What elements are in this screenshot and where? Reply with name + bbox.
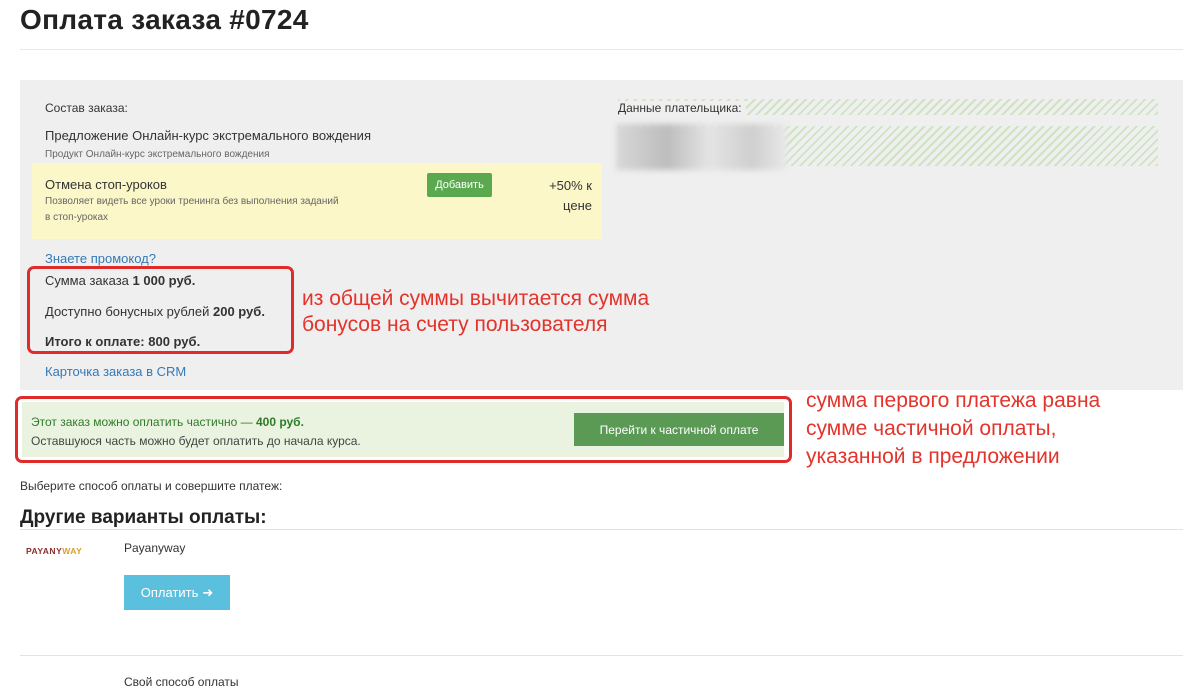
bonus-value: 200 руб.: [212, 304, 265, 319]
total-row: Итого к оплате: 800 руб.: [45, 334, 200, 349]
partial-annotation-3: указанной в предложении: [806, 445, 1060, 468]
payanyway-logo-a: PAYANY: [26, 546, 63, 556]
offer-product: Продукт Онлайн-курс экстремального вожде…: [45, 149, 270, 160]
title-divider: [20, 49, 1183, 50]
payanyway-logo: PAYANYWAY: [26, 546, 82, 556]
partial-line-2: Оставшуюся часть можно будет оплатить до…: [31, 434, 361, 448]
order-sum-value: 1 000 руб.: [132, 273, 196, 288]
payer-data-blurred: [616, 124, 786, 170]
pay-button[interactable]: Оплатить ➜: [124, 575, 230, 610]
bonus-annotation-1: из общей суммы вычитается сумма: [302, 287, 650, 310]
payer-label: Данные плательщика:: [618, 101, 746, 115]
crm-card-link[interactable]: Карточка заказа в CRM: [45, 364, 186, 379]
partial-annotation-1: сумма первого платежа равна: [806, 389, 1101, 412]
partial-payment-button[interactable]: Перейти к частичной оплате: [574, 413, 784, 446]
order-composition-label: Состав заказа:: [45, 101, 128, 115]
method-divider: [20, 655, 1183, 656]
upsell-description-2: в стоп-уроках: [45, 212, 109, 223]
add-upsell-button[interactable]: Добавить: [427, 173, 492, 197]
order-sum-row: Сумма заказа 1 000 руб.: [45, 273, 195, 288]
bonus-label: Доступно бонусных рублей: [45, 304, 210, 319]
arrow-right-icon: ➜: [202, 584, 214, 600]
upsell-price-2: цене: [563, 198, 592, 213]
section-divider: [20, 529, 1183, 530]
partial-amount: 400 руб.: [255, 415, 304, 429]
partial-line-1-text: Этот заказ можно оплатить частично —: [31, 415, 253, 429]
upsell-title: Отмена стоп-уроков: [45, 177, 167, 192]
pay-button-label: Оплатить: [140, 585, 199, 600]
partial-annotation-2: сумме частичной оплаты,: [806, 417, 1057, 440]
bonus-annotation-2: бонусов на счету пользователя: [302, 313, 608, 336]
total-value: 800 руб.: [148, 334, 201, 349]
order-sum-label: Сумма заказа: [45, 273, 129, 288]
promo-code-link[interactable]: Знаете промокод?: [45, 251, 156, 266]
payanyway-name: Payanyway: [124, 541, 186, 555]
other-methods-title: Другие варианты оплаты:: [20, 507, 267, 528]
upsell-price-1: +50% к: [549, 178, 592, 193]
page-title: Оплата заказа #0724: [20, 4, 309, 35]
upsell-description-1: Позволяет видеть все уроки тренинга без …: [45, 196, 339, 207]
offer-title: Предложение Онлайн-курс экстремального в…: [45, 128, 371, 143]
partial-line-1: Этот заказ можно оплатить частично — 400…: [31, 415, 304, 429]
payanyway-logo-b: WAY: [62, 546, 83, 556]
total-label: Итого к оплате:: [45, 334, 145, 349]
choose-method-text: Выберите способ оплаты и совершите плате…: [20, 479, 283, 493]
bonus-row: Доступно бонусных рублей 200 руб.: [45, 304, 265, 319]
